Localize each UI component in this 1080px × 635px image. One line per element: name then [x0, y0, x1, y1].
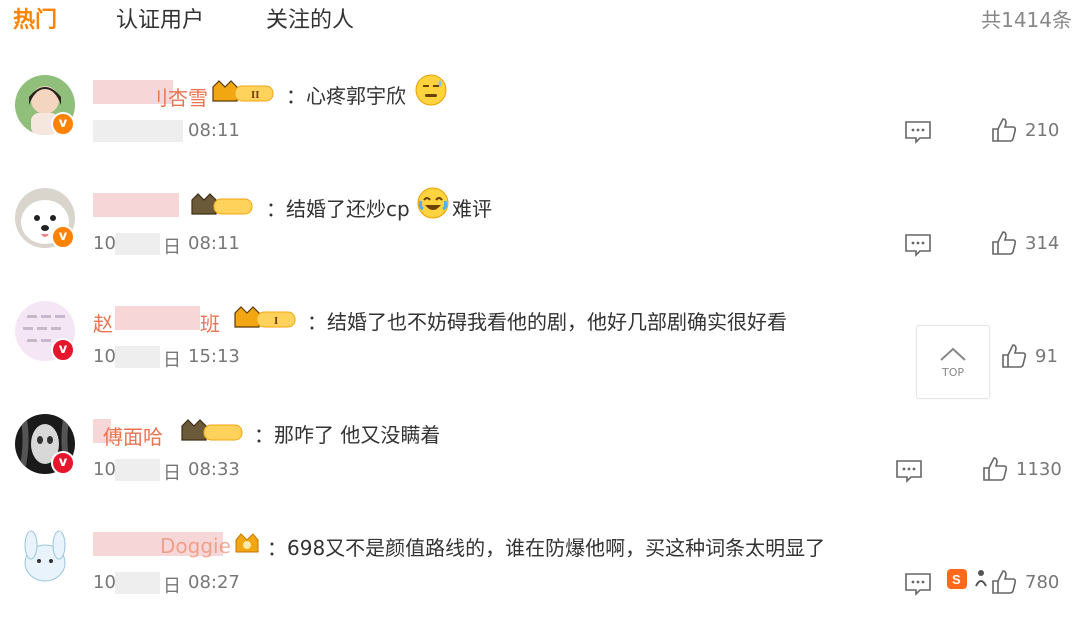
- chevron-up-icon: [940, 347, 966, 361]
- comment-text-after: 难评: [452, 197, 492, 221]
- comment-time: 08:11: [188, 233, 240, 254]
- username-tail[interactable]: 班: [200, 308, 220, 337]
- time-mask: [115, 572, 160, 594]
- like-icon[interactable]: [991, 117, 1017, 143]
- comment-date-suffix: 日: [163, 350, 181, 371]
- username[interactable]: 傅面哈: [103, 421, 163, 450]
- comment-text: ：698又不是颜值路线的，谁在防爆他啊，买这种词条太明显了: [267, 536, 826, 560]
- avatar[interactable]: [15, 527, 75, 587]
- reply-icon[interactable]: [904, 572, 932, 596]
- comment-item: v 刂杏雪 II ：心疼郭宇欣 08:11 210: [0, 70, 1080, 183]
- time-mask: [115, 346, 160, 368]
- sweat-face-icon: [415, 74, 447, 106]
- comment-time-prefix: 10: [93, 346, 116, 367]
- sogou-ime-icon[interactable]: S: [946, 568, 968, 590]
- vip-level: I: [274, 315, 278, 327]
- like-count: 210: [1025, 120, 1060, 141]
- ime-toolbar-icon[interactable]: [974, 568, 988, 588]
- tab-verified-users[interactable]: 认证用户: [116, 2, 204, 34]
- comment-time: 08:27: [188, 572, 240, 593]
- comment-date-suffix: 日: [163, 576, 181, 597]
- comment-text: ：心疼郭宇欣: [286, 84, 406, 108]
- comment-date-suffix: 日: [163, 237, 181, 258]
- time-mask: [93, 120, 183, 142]
- laugh-cry-icon: [417, 187, 449, 219]
- time-mask: [115, 233, 160, 255]
- crown-badge-icon[interactable]: [234, 530, 260, 556]
- comment-time-prefix: 10: [93, 233, 116, 254]
- crown-badge-icon[interactable]: [180, 416, 246, 444]
- username-mask: [115, 306, 200, 330]
- reply-icon[interactable]: [895, 459, 923, 483]
- crown-badge-icon[interactable]: [190, 190, 256, 218]
- verified-icon: v: [51, 338, 75, 362]
- comment-item: v 傅面哈 ：那咋了 他又没瞒着 10 日 08:33 1130: [0, 409, 1080, 522]
- like-count: 314: [1025, 233, 1060, 254]
- top-label: TOP: [941, 366, 964, 379]
- like-count: 1130: [1016, 459, 1062, 480]
- svg-text:S: S: [952, 572, 961, 587]
- comment-item: v ：结婚了还炒cp 难评 10 日 08:11 314: [0, 183, 1080, 296]
- vip-level: II: [251, 89, 260, 101]
- reply-icon[interactable]: [904, 120, 932, 144]
- comment-date-suffix: 日: [163, 463, 181, 484]
- like-icon[interactable]: [1001, 343, 1027, 369]
- verified-icon: v: [51, 225, 75, 249]
- comment-time: 15:13: [188, 346, 240, 367]
- comment-time-prefix: 10: [93, 572, 116, 593]
- crown-badge-icon[interactable]: I: [233, 303, 299, 331]
- comment-item: Doggie ：698又不是颜值路线的，谁在防爆他啊，买这种词条太明显了 10 …: [0, 522, 1080, 635]
- comment-tabs: 热门 认证用户 关注的人 共1414条: [0, 0, 1080, 40]
- reply-icon[interactable]: [904, 233, 932, 257]
- username[interactable]: 刂杏雪: [148, 82, 208, 111]
- like-icon[interactable]: [982, 456, 1008, 482]
- like-icon[interactable]: [991, 569, 1017, 595]
- comment-text: ：结婚了也不妨碍我看他的剧，他好几部剧确实很好看: [307, 310, 787, 334]
- verified-icon: v: [51, 451, 75, 475]
- comment-time-prefix: 10: [93, 459, 116, 480]
- back-to-top-button[interactable]: TOP: [916, 325, 990, 399]
- comment-total-count: 共1414条: [981, 8, 1072, 32]
- like-count: 91: [1035, 346, 1058, 367]
- username[interactable]: Doggie: [160, 534, 231, 558]
- username[interactable]: 赵: [93, 308, 113, 337]
- verified-icon: v: [51, 112, 75, 136]
- comment-text: ：那咋了 他又没瞒着: [254, 423, 441, 447]
- tab-following[interactable]: 关注的人: [266, 2, 354, 34]
- comment-time: 08:11: [188, 120, 240, 141]
- time-mask: [115, 459, 160, 481]
- comment-time: 08:33: [188, 459, 240, 480]
- username-mask: [93, 193, 179, 217]
- like-count: 780: [1025, 572, 1060, 593]
- like-icon[interactable]: [991, 230, 1017, 256]
- tab-hot[interactable]: 热门: [13, 2, 57, 34]
- comment-text: ：结婚了还炒cp: [266, 197, 410, 221]
- crown-badge-icon[interactable]: II: [211, 77, 277, 105]
